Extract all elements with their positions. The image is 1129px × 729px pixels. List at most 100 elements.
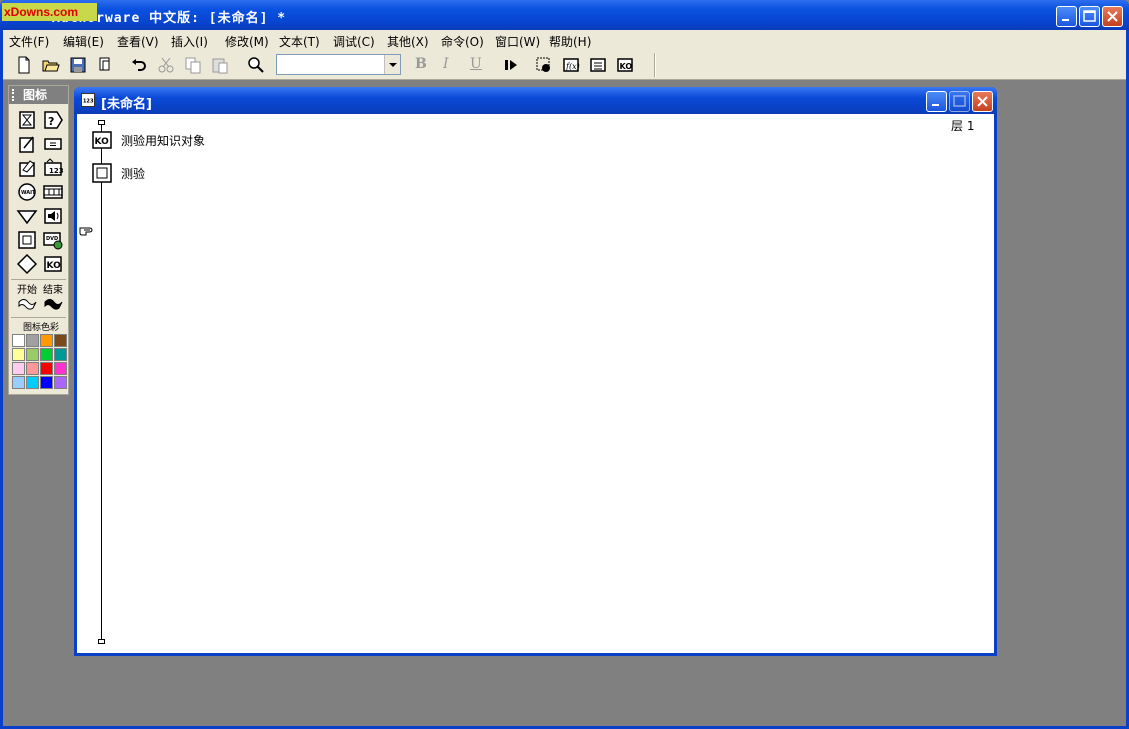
framework-icon-tool[interactable]: [16, 230, 38, 250]
open-file-button[interactable]: [41, 55, 61, 75]
menu-modify[interactable]: 修改(M): [225, 33, 269, 50]
cut-button[interactable]: [156, 55, 176, 75]
white-flag-icon: [18, 299, 37, 310]
motion-icon-tool[interactable]: [16, 134, 38, 154]
interaction-icon: ?: [44, 111, 63, 129]
palette-title: 图标: [9, 86, 68, 104]
flow-item-label[interactable]: 测验: [121, 165, 145, 182]
flow-item-label[interactable]: 测验用知识对象: [121, 132, 205, 149]
scissors-icon: [158, 57, 174, 73]
flow-icon-knowledge-object[interactable]: KO: [92, 130, 112, 150]
end-flag-tool[interactable]: [42, 294, 64, 314]
framework-icon: [92, 163, 112, 183]
color-swatch[interactable]: [12, 334, 25, 347]
flowline-canvas[interactable]: 层 1 KO 测验用知识对象 测验: [77, 114, 994, 653]
play-icon: [505, 60, 517, 70]
color-swatch[interactable]: [54, 334, 67, 347]
bold-button[interactable]: B: [415, 56, 427, 72]
title-bar[interactable]: Authorware 中文版: [未命名] * xDowns.com: [0, 0, 1129, 30]
color-swatch[interactable]: [12, 348, 25, 361]
minimize-button[interactable]: [1056, 6, 1077, 27]
import-button[interactable]: [95, 55, 115, 75]
main-flowline: [101, 124, 102, 641]
document-title: [未命名]: [101, 97, 152, 112]
copy-button[interactable]: [183, 55, 203, 75]
color-swatch[interactable]: [54, 348, 67, 361]
menu-bar: 文件(F) 编辑(E) 查看(V) 插入(I) 修改(M) 文本(T) 调试(C…: [3, 30, 1126, 50]
video-icon-tool[interactable]: DVD: [42, 230, 64, 250]
menu-window[interactable]: 窗口(W): [495, 33, 540, 50]
color-swatch[interactable]: [40, 348, 53, 361]
flow-icon-framework[interactable]: [92, 163, 112, 183]
color-swatch[interactable]: [26, 376, 39, 389]
wait-icon-tool[interactable]: WAIT: [16, 182, 38, 202]
close-icon: [977, 96, 988, 107]
decision-icon-tool[interactable]: [16, 253, 38, 275]
svg-text:WAIT: WAIT: [21, 190, 36, 196]
menu-debug[interactable]: 调试(C): [333, 33, 375, 50]
flowline-window: 123 [未命名] 层 1 KO 测验用知识对象 测验: [74, 87, 997, 656]
wait-icon: WAIT: [18, 183, 36, 201]
menu-view[interactable]: 查看(V): [117, 33, 159, 50]
menu-other[interactable]: 其他(X): [387, 33, 429, 50]
color-swatch[interactable]: [26, 348, 39, 361]
color-swatch[interactable]: [40, 376, 53, 389]
doc-close-button[interactable]: [972, 91, 993, 112]
color-swatch[interactable]: [12, 376, 25, 389]
copy-icon: [185, 57, 201, 74]
video-icon: DVD: [43, 232, 63, 250]
functions-button[interactable]: f(x): [561, 55, 581, 75]
menu-command[interactable]: 命令(O): [441, 33, 484, 50]
menu-text[interactable]: 文本(T): [279, 33, 320, 50]
variables-button[interactable]: [588, 55, 608, 75]
sound-icon-tool[interactable]: [42, 206, 64, 226]
navigate-icon-tool[interactable]: [16, 206, 38, 226]
color-swatch[interactable]: [40, 334, 53, 347]
menu-edit[interactable]: 编辑(E): [63, 33, 104, 50]
style-combo[interactable]: [276, 54, 401, 75]
control-panel-button[interactable]: [534, 55, 554, 75]
doc-maximize-button[interactable]: [949, 91, 970, 112]
interaction-icon-tool[interactable]: ?: [42, 110, 64, 130]
maximize-button[interactable]: [1079, 6, 1100, 27]
svg-text:123: 123: [49, 167, 64, 175]
doc-minimize-button[interactable]: [926, 91, 947, 112]
color-swatch[interactable]: [40, 362, 53, 375]
knowledge-object-tool[interactable]: KO: [42, 254, 64, 274]
find-button[interactable]: [246, 55, 266, 75]
menu-file[interactable]: 文件(F): [9, 33, 49, 50]
document-title-bar[interactable]: 123 [未命名]: [74, 87, 997, 114]
save-all-button[interactable]: [68, 55, 88, 75]
svg-text:KO: KO: [95, 137, 110, 147]
new-file-button[interactable]: [14, 55, 34, 75]
color-swatch[interactable]: [54, 376, 67, 389]
close-button[interactable]: [1102, 6, 1123, 27]
menu-insert[interactable]: 插入(I): [171, 33, 208, 50]
paste-button[interactable]: [210, 55, 230, 75]
underline-button[interactable]: U: [470, 56, 482, 72]
knowledge-object-icon: KO: [44, 256, 62, 272]
undo-button[interactable]: [129, 55, 149, 75]
digital-movie-icon-tool[interactable]: [42, 182, 64, 202]
color-swatch[interactable]: [54, 362, 67, 375]
knowledge-objects-button[interactable]: KO: [615, 55, 635, 75]
variables-icon: [590, 58, 606, 72]
grip-icon[interactable]: [12, 89, 18, 101]
color-swatch[interactable]: [26, 334, 39, 347]
restart-button[interactable]: [501, 55, 521, 75]
calculation-icon-tool[interactable]: [42, 134, 64, 154]
film-icon: [43, 185, 63, 199]
color-swatch[interactable]: [12, 362, 25, 375]
start-flag-tool[interactable]: [16, 294, 38, 314]
icon-palette: 图标 ? 123 WAIT DVD KO 开始 结束 图标色彩: [8, 85, 69, 395]
color-swatch[interactable]: [26, 362, 39, 375]
combo-dropdown-button[interactable]: [384, 55, 400, 74]
display-icon-tool[interactable]: [16, 110, 38, 130]
import-icon: [99, 57, 110, 71]
menu-help[interactable]: 帮助(H): [549, 33, 591, 50]
erase-icon: [19, 160, 35, 177]
navigation-map-icon-tool[interactable]: 123: [42, 158, 64, 178]
italic-button[interactable]: I: [443, 56, 449, 72]
minimize-icon: [932, 104, 939, 106]
erase-icon-tool[interactable]: [16, 158, 38, 178]
